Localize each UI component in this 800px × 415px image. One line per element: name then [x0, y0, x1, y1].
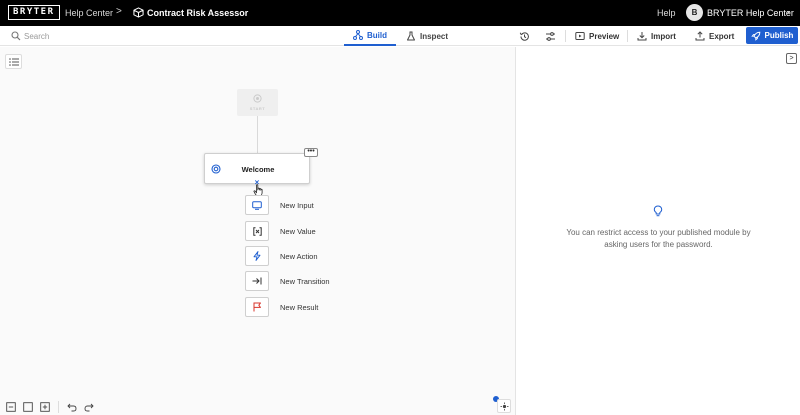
sliders-icon — [546, 31, 555, 41]
tab-build[interactable]: Build — [344, 26, 396, 46]
fit-view-icon — [23, 402, 33, 412]
start-node-label: START — [249, 106, 266, 111]
result-flag-icon — [253, 302, 261, 312]
preview-play-icon — [575, 32, 585, 40]
publish-button[interactable]: Publish — [746, 27, 798, 44]
export-button[interactable]: Export — [695, 26, 734, 46]
search-icon — [11, 31, 21, 41]
history-icon — [519, 31, 529, 41]
add-item-label: New Action — [280, 252, 318, 261]
add-item-icon-box — [245, 271, 269, 291]
org-switcher[interactable]: BRYTER Help Center — [707, 8, 794, 18]
start-target-icon — [253, 94, 262, 103]
build-tree-icon — [353, 30, 363, 40]
preview-button[interactable]: Preview — [575, 26, 619, 46]
bryter-logo[interactable]: BRYTER — [8, 5, 60, 20]
toolbar-divider — [565, 30, 566, 42]
add-item-label: New Value — [280, 227, 316, 236]
publish-label: Publish — [764, 31, 794, 40]
add-new-input[interactable]: New Input — [245, 195, 365, 215]
preview-label: Preview — [589, 31, 620, 41]
welcome-node-label: Welcome — [241, 165, 275, 174]
canvas-bottom-tools — [4, 400, 96, 414]
lightbulb-icon — [653, 205, 663, 217]
toolbar-divider — [627, 30, 628, 42]
build-canvas[interactable]: START Welcome ••• × New Input New Value — [0, 47, 515, 415]
add-item-label: New Result — [280, 303, 319, 312]
outline-list-button[interactable] — [5, 54, 22, 69]
zoom-out-icon — [6, 402, 16, 412]
center-target-icon — [500, 402, 508, 410]
transition-icon — [252, 277, 262, 285]
export-icon — [695, 31, 705, 41]
input-icon — [252, 200, 262, 210]
add-new-transition[interactable]: New Transition — [245, 271, 365, 291]
undo-button[interactable] — [65, 400, 79, 414]
flow-connector — [257, 116, 258, 153]
zoom-in-icon — [40, 402, 50, 412]
import-label: Import — [651, 31, 676, 41]
search-input[interactable] — [24, 29, 164, 43]
tab-inspect-label: Inspect — [420, 31, 449, 41]
rocket-icon — [750, 31, 760, 41]
redo-icon — [84, 403, 94, 411]
zoom-out-button[interactable] — [4, 400, 18, 414]
center-view-button[interactable] — [497, 399, 511, 413]
list-icon — [8, 57, 19, 66]
panel-hint-message: You can restrict access to your publishe… — [566, 228, 751, 249]
add-item-label: New Transition — [280, 277, 330, 286]
panel-collapse-button[interactable]: > — [786, 53, 797, 64]
history-button[interactable] — [519, 26, 530, 46]
flask-icon — [407, 31, 415, 41]
value-icon — [252, 226, 262, 236]
add-new-value[interactable]: New Value — [245, 221, 365, 241]
breadcrumb-help-center[interactable]: Help Center — [65, 8, 113, 18]
add-item-label: New Input — [280, 201, 314, 210]
add-new-result[interactable]: New Result — [245, 297, 365, 317]
import-button[interactable]: Import — [637, 26, 676, 46]
tab-build-label: Build — [367, 30, 387, 40]
node-more-button[interactable]: ••• — [304, 148, 318, 157]
module-cube-icon — [133, 7, 144, 18]
action-icon — [253, 251, 261, 261]
module-title: Contract Risk Assessor — [147, 8, 249, 18]
export-label: Export — [709, 31, 735, 41]
user-avatar[interactable]: B — [686, 4, 703, 21]
tools-divider — [58, 401, 59, 413]
add-item-icon-box — [245, 246, 269, 266]
settings-sliders-button[interactable] — [545, 26, 556, 46]
zoom-in-button[interactable] — [38, 400, 52, 414]
redo-button[interactable] — [82, 400, 96, 414]
properties-panel: > You can restrict access to your publis… — [515, 47, 800, 415]
add-item-icon-box — [245, 221, 269, 241]
toolbar: Build Inspect Preview — [0, 26, 800, 46]
org-dropdown-caret-icon[interactable]: ▾ — [787, 9, 790, 16]
add-new-action[interactable]: New Action — [245, 246, 365, 266]
import-icon — [637, 32, 647, 41]
add-item-icon-box — [245, 297, 269, 317]
help-link[interactable]: Help — [657, 8, 676, 18]
fit-view-button[interactable] — [21, 400, 35, 414]
start-node[interactable]: START — [237, 89, 278, 116]
breadcrumb-separator: > — [116, 6, 122, 17]
top-bar: BRYTER Help Center > Contract Risk Asses… — [0, 0, 800, 26]
tab-inspect[interactable]: Inspect — [406, 26, 448, 46]
add-item-icon-box — [245, 195, 269, 215]
undo-icon — [67, 403, 77, 411]
